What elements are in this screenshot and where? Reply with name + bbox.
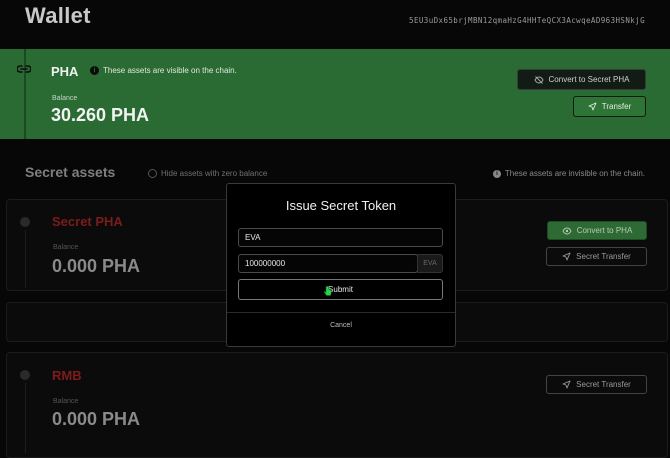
secret-transfer-label: Secret Transfer [576,252,631,261]
convert-to-pha-label: Convert to PHA [576,226,633,235]
asset-balance: 0.000 PHA [52,256,141,276]
secret-visibility-note: i These assets are invisible on the chai… [492,169,645,178]
asset-name: RMB [52,368,82,383]
modal-divider [227,312,455,313]
page-title: Wallet [25,3,91,28]
eye-off-icon [534,75,544,84]
send-icon [562,252,571,261]
asset-status-dot [20,217,30,227]
secret-transfer-label: Secret Transfer [576,380,631,389]
wallet-address[interactable]: 5EU3uDx65brjMBN12qmaHzG4HHTeQCX3AcwqeAD9… [409,16,645,25]
issue-token-modal: Issue Secret Token EVA 100000000 EVA Sub… [226,183,456,347]
send-icon [562,380,571,389]
send-icon [588,102,597,111]
secret-transfer-button[interactable]: Secret Transfer [546,247,647,266]
hide-zero-label: Hide assets with zero balance [161,169,268,178]
info-icon: i [90,66,99,76]
card-divider [25,230,26,288]
asset-status-dot [20,370,30,380]
eye-icon [562,227,572,235]
link-icon [17,64,31,74]
transfer-label: Transfer [601,102,632,111]
token-symbol-addon: EVA [417,254,443,273]
transfer-button[interactable]: Transfer [573,96,646,117]
asset-name: Secret PHA [52,214,123,229]
secret-assets-title: Secret assets [25,164,116,180]
asset-balance: 0.000 PHA [52,409,141,429]
public-visibility-note: i These assets are visible on the chain. [90,66,237,76]
token-name-input[interactable]: EVA [238,228,443,247]
cancel-button[interactable]: Cancel [227,322,455,329]
secret-asset-card: RMB Balance 0.000 PHA Secret Transfer [6,352,668,458]
token-supply-input[interactable]: 100000000 [238,254,418,273]
card-divider [25,383,26,453]
modal-title: Issue Secret Token [285,198,397,213]
hide-zero-balance-toggle[interactable]: Hide assets with zero balance [148,169,267,178]
public-asset-name: PHA [51,64,79,79]
balance-label: Balance [53,244,79,251]
secret-visibility-text: These assets are invisible on the chain. [504,169,645,178]
pointer-cursor-icon [324,286,332,296]
submit-button[interactable]: Submit [238,279,443,300]
secret-transfer-button[interactable]: Secret Transfer [546,375,647,394]
convert-to-pha-button[interactable]: Convert to PHA [547,221,647,240]
card-divider [24,49,26,139]
public-visibility-text: These assets are visible on the chain. [103,66,237,75]
info-icon: i [492,169,501,178]
convert-to-secret-label: Convert to Secret PHA [548,75,630,84]
toggle-checkbox[interactable] [148,169,157,178]
public-balance: 30.260 PHA [51,105,150,125]
balance-label: Balance [52,95,78,102]
balance-label: Balance [53,398,79,405]
convert-to-secret-button[interactable]: Convert to Secret PHA [517,69,646,90]
